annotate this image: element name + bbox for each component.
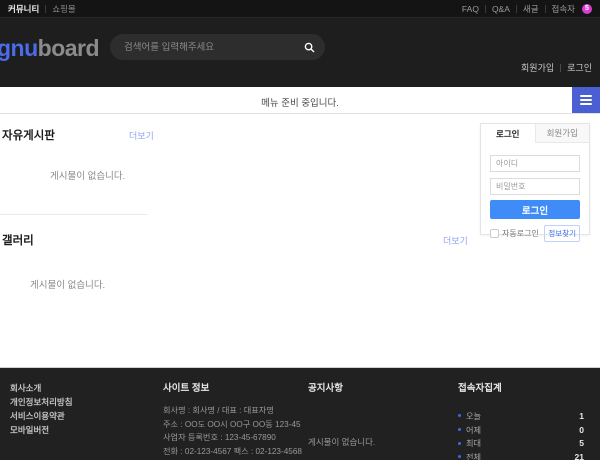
topbar-left-nav: 커뮤니티 쇼핑몰 [8, 3, 76, 15]
tab-login[interactable]: 로그인 [481, 124, 535, 143]
main-menu-bar: 메뉴 준비 중입니다. [0, 87, 600, 114]
separator [516, 5, 517, 13]
site-info-title: 사이트 정보 [163, 384, 302, 394]
search-input[interactable] [124, 42, 304, 53]
site-header: gnuboard 회원가입 로그인 [0, 18, 600, 87]
search-icon [304, 42, 315, 53]
site-logo[interactable]: gnuboard [0, 35, 99, 62]
footer-links: 회사소개 개인정보처리방침 서비스이용약관 모바일버전 [10, 384, 73, 440]
faq-link[interactable]: FAQ [462, 4, 479, 14]
tab-signup[interactable]: 회원가입 [535, 124, 590, 143]
site-footer: 회사소개 개인정보처리방침 서비스이용약관 모바일버전 사이트 정보 회사명 :… [0, 367, 600, 460]
menu-placeholder-text: 메뉴 준비 중입니다. [0, 95, 600, 109]
find-info-button[interactable]: 정보찾기 [544, 225, 580, 242]
stat-label: 최대 [466, 437, 481, 449]
site-info-line: 전화 : 02-123-4567 팩스 : 02-123-4568 [163, 445, 302, 459]
footer-visitor-stats: 접속자집계 오늘 1 어제 0 최대 5 전체 21 [458, 384, 584, 460]
footer-link-company[interactable]: 회사소개 [10, 384, 73, 393]
login-options-row: 자동로그인 정보찾기 [490, 225, 580, 242]
free-board-title: 자유게시판 [2, 127, 55, 143]
stat-value: 0 [579, 425, 584, 435]
visitor-stats-title: 접속자집계 [458, 384, 584, 394]
search-button[interactable] [304, 42, 315, 53]
auto-login-label: 자동로그인 [502, 228, 539, 239]
stat-label: 전체 [466, 451, 481, 460]
login-id-field[interactable] [490, 155, 580, 172]
community-link[interactable]: 커뮤니티 [8, 3, 39, 15]
new-posts-link[interactable]: 새글 [523, 3, 539, 15]
login-password-field[interactable] [490, 178, 580, 195]
separator [560, 64, 561, 72]
login-link[interactable]: 로그인 [567, 61, 592, 74]
hamburger-menu-button[interactable] [572, 87, 600, 113]
login-tabs: 로그인 회원가입 [481, 124, 589, 143]
visitor-stat-row: 오늘 1 [458, 409, 584, 423]
shop-link[interactable]: 쇼핑몰 [52, 3, 75, 15]
footer-link-mobile[interactable]: 모바일버전 [10, 426, 73, 435]
visitor-stat-row: 어제 0 [458, 423, 584, 437]
qna-link[interactable]: Q&A [492, 4, 510, 14]
logo-text-gnu: gnu [0, 35, 38, 61]
footer-site-info: 사이트 정보 회사명 : 회사명 / 대표 : 대표자명 주소 : OO도 OO… [163, 384, 302, 460]
gallery-empty-text: 게시물이 없습니다. [30, 277, 105, 291]
stat-value: 5 [579, 438, 584, 448]
login-submit-button[interactable]: 로그인 [490, 200, 580, 219]
login-widget: 로그인 회원가입 로그인 자동로그인 정보찾기 [480, 123, 590, 235]
top-utility-bar: 커뮤니티 쇼핑몰 FAQ Q&A 새글 접속자 5 [0, 0, 600, 18]
stat-value: 21 [575, 452, 584, 460]
footer-link-terms[interactable]: 서비스이용약관 [10, 412, 73, 421]
auto-login-checkbox[interactable] [490, 229, 499, 238]
bullet-icon [458, 428, 461, 431]
gallery-title: 갤러리 [2, 232, 34, 248]
search-bar [110, 34, 325, 60]
signup-link[interactable]: 회원가입 [521, 61, 554, 74]
gallery-more-link[interactable]: 더보기 [443, 234, 468, 247]
visitor-count-badge: 5 [582, 4, 592, 14]
free-board-empty-text: 게시물이 없습니다. [50, 168, 125, 182]
stat-label: 어제 [466, 424, 481, 436]
topbar-right-nav: FAQ Q&A 새글 접속자 5 [462, 3, 592, 15]
stat-value: 1 [579, 411, 584, 421]
footer-notice: 공지사항 게시물이 없습니다. [308, 384, 375, 448]
logo-text-board: board [38, 35, 99, 61]
stat-label: 오늘 [466, 410, 481, 422]
visitor-stat-row: 전체 21 [458, 450, 584, 460]
bullet-icon [458, 414, 461, 417]
notice-empty-text: 게시물이 없습니다. [308, 436, 375, 448]
separator [45, 5, 46, 13]
notice-title: 공지사항 [308, 384, 375, 394]
section-divider [0, 214, 148, 215]
site-info-line: 주소 : OO도 OO시 OO구 OO동 123-45 [163, 418, 302, 432]
visitors-link[interactable]: 접속자 [552, 3, 575, 15]
separator [485, 5, 486, 13]
auto-login-option[interactable]: 자동로그인 [490, 228, 539, 239]
bullet-icon [458, 442, 461, 445]
member-links: 회원가입 로그인 [521, 61, 592, 74]
bullet-icon [458, 455, 461, 458]
main-content: 자유게시판 더보기 게시물이 없습니다. 갤러리 더보기 게시물이 없습니다. … [0, 114, 600, 367]
site-info-line: 사업자 등록번호 : 123-45-67890 [163, 431, 302, 445]
separator [545, 5, 546, 13]
login-form: 로그인 자동로그인 정보찾기 [481, 143, 589, 242]
visitor-stat-row: 최대 5 [458, 436, 584, 450]
footer-link-privacy[interactable]: 개인정보처리방침 [10, 398, 73, 407]
site-info-line: 회사명 : 회사명 / 대표 : 대표자명 [163, 404, 302, 418]
free-board-more-link[interactable]: 더보기 [129, 129, 154, 142]
